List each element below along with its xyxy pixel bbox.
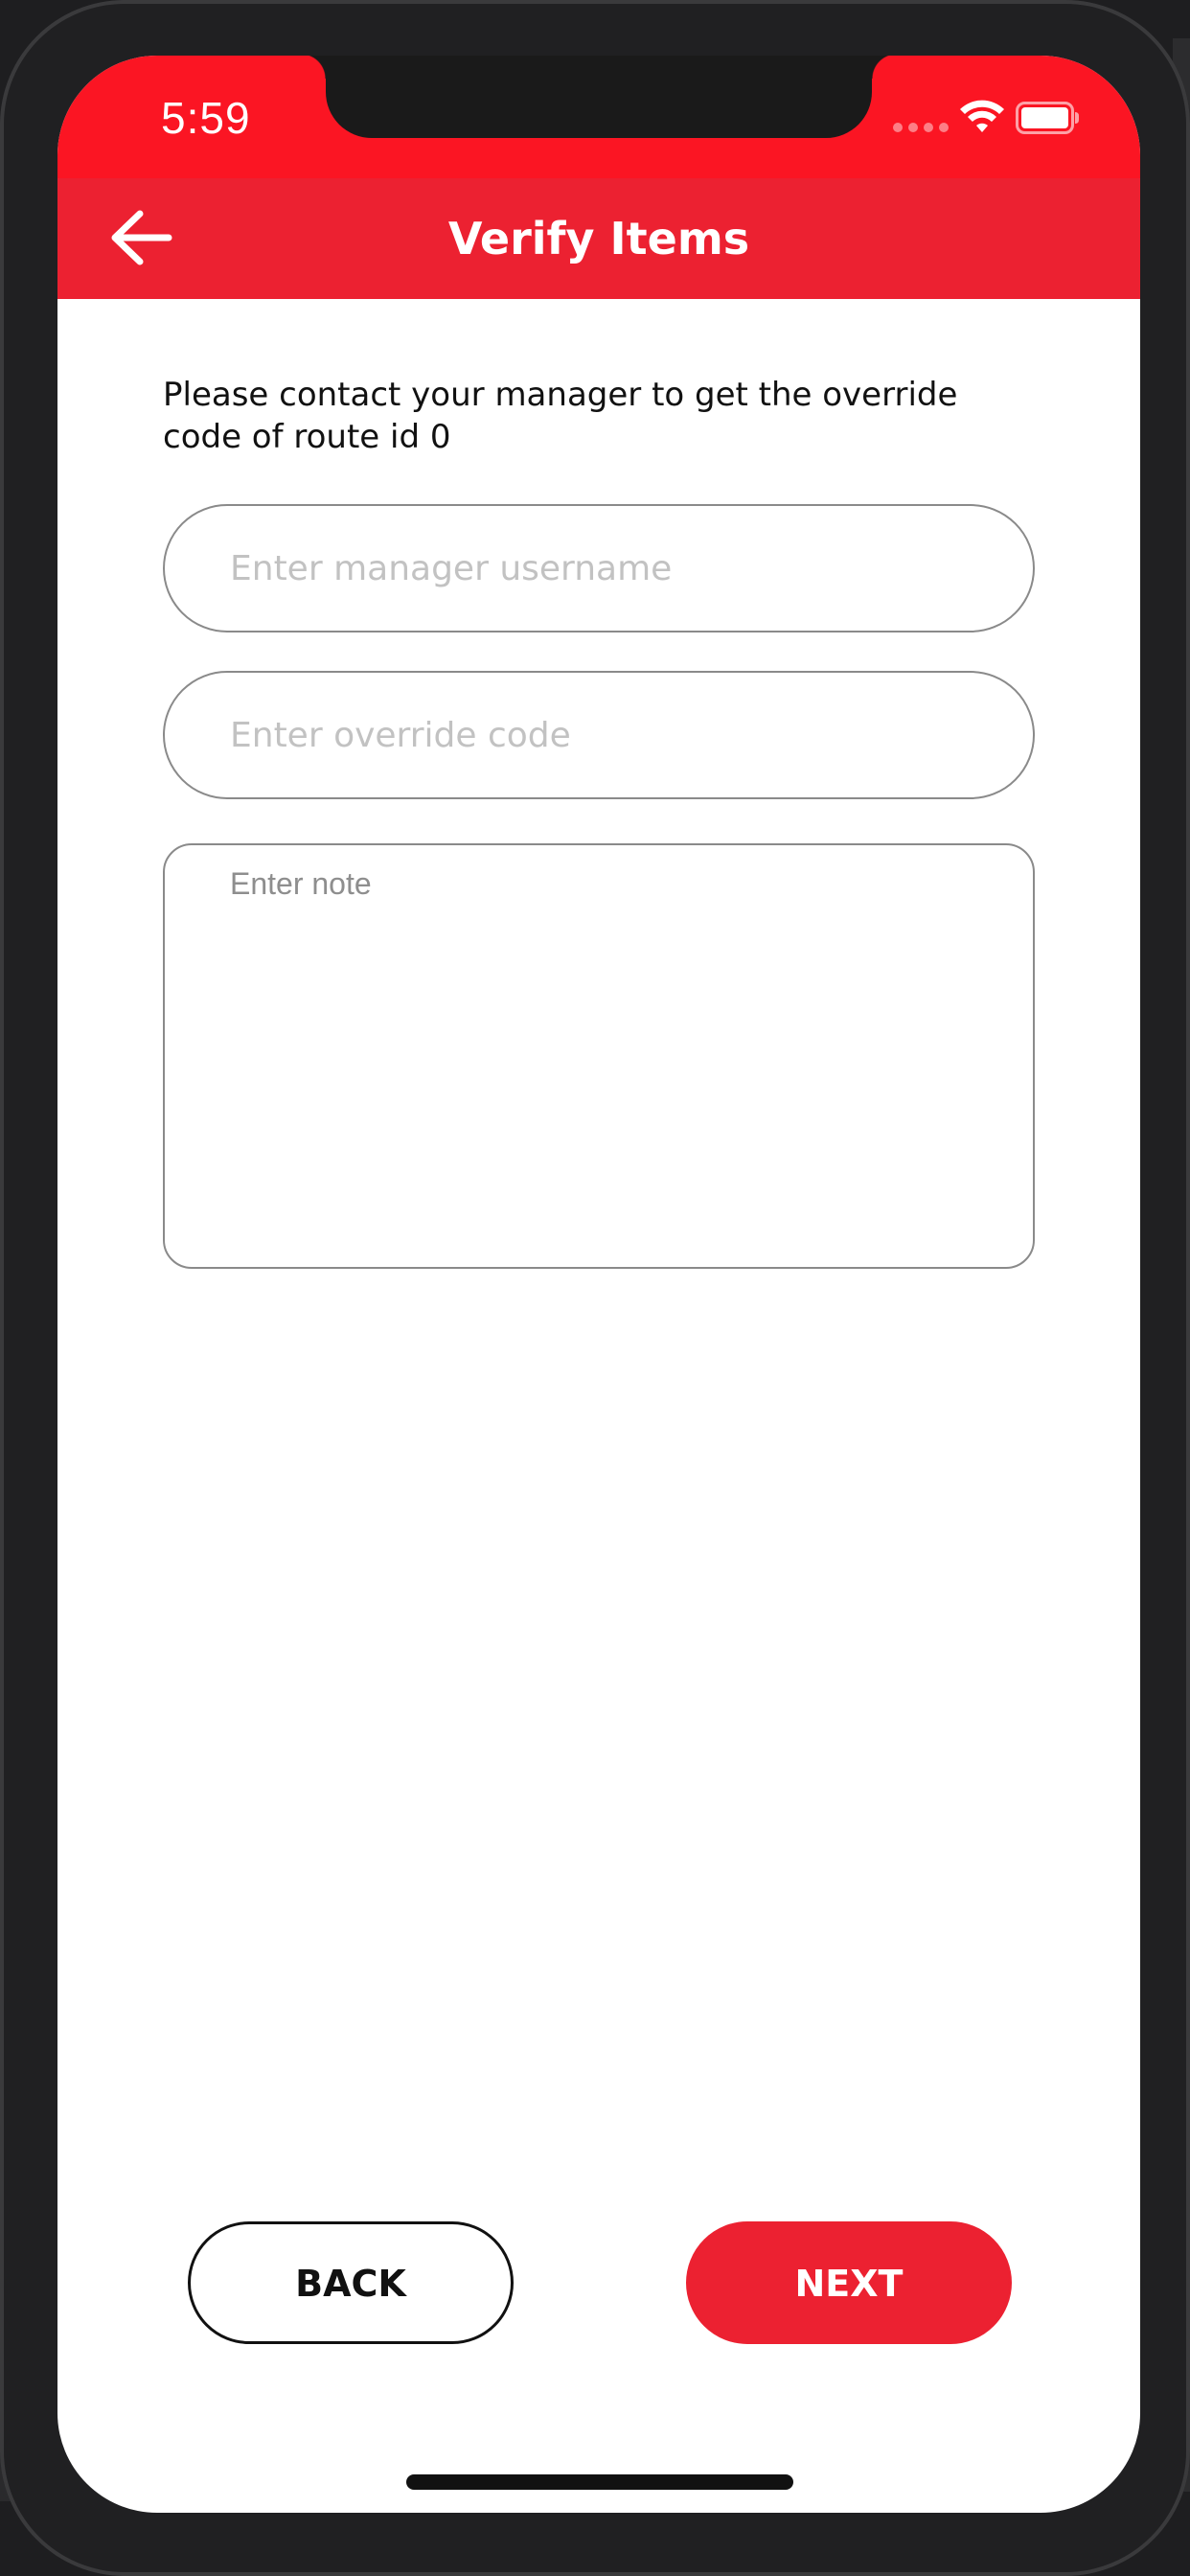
note-textarea[interactable] [163,843,1035,1269]
wifi-icon [960,100,1004,132]
home-indicator[interactable] [406,2474,793,2490]
battery-icon [1016,102,1079,134]
status-time: 5:59 [161,93,251,143]
app-screen: 5:59 Verify Items Please contact your ma… [57,56,1140,2513]
override-instruction-text: Please contact your manager to get the o… [163,376,958,456]
signal-dots-icon [893,123,960,132]
page-title: Verify Items [447,213,750,264]
arrow-left-icon[interactable] [107,207,174,268]
back-button[interactable]: BACK [188,2221,514,2344]
next-button[interactable]: NEXT [686,2221,1012,2344]
manager-username-input[interactable] [163,504,1035,632]
device-notch [301,56,897,138]
override-code-input[interactable] [163,671,1035,799]
device-frame: 5:59 Verify Items Please contact your ma… [0,0,1190,2576]
navigation-bar: Verify Items [57,178,1140,299]
status-bar: 5:59 [57,56,1140,178]
